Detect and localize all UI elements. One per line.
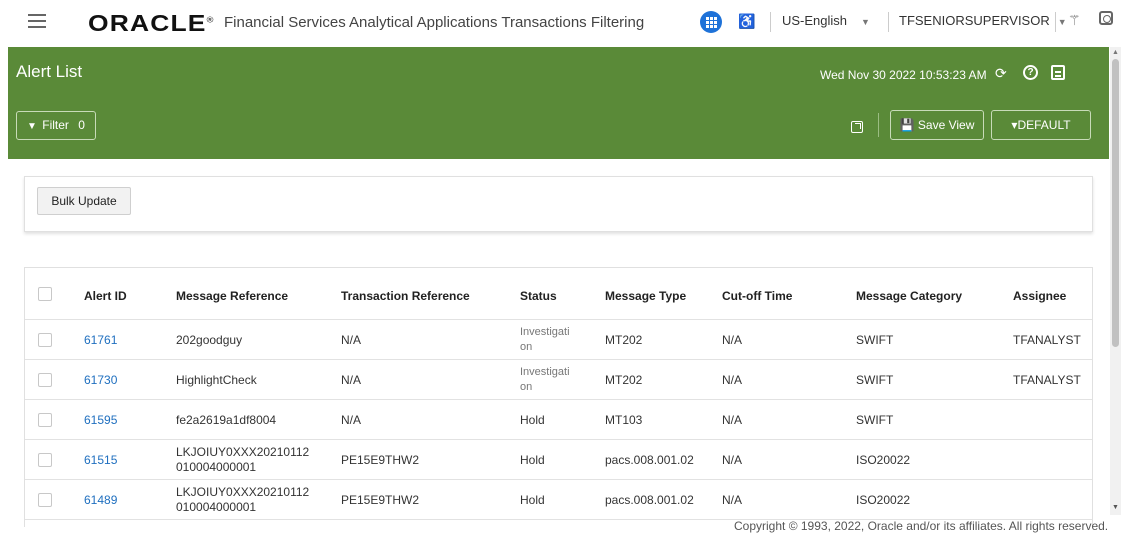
page-scrollbar[interactable]: ▲ ▼ <box>1110 47 1121 515</box>
row-checkbox[interactable] <box>38 453 52 467</box>
scroll-thumb[interactable] <box>1112 59 1119 347</box>
transaction-reference: N/A <box>341 413 362 427</box>
message-reference: LKJOIUY0XXX20210112 010004000001 <box>176 445 310 474</box>
refresh-icon[interactable]: ⟳ <box>995 65 1007 82</box>
bulk-actions-panel: Bulk Update <box>24 176 1093 232</box>
column-header[interactable]: Message Category <box>856 289 962 304</box>
message-category: SWIFT <box>856 373 894 387</box>
row-checkbox[interactable] <box>38 413 52 427</box>
transaction-reference: N/A <box>341 333 362 347</box>
assignee: TFANALYST <box>1013 333 1081 347</box>
assignee: TFANALYST <box>1013 373 1081 387</box>
message-type: MT202 <box>605 373 643 387</box>
chevron-down-icon: ▼ <box>1057 17 1067 27</box>
cutoff-time: N/A <box>722 493 743 507</box>
transaction-reference: PE15E9THW2 <box>341 493 420 507</box>
scroll-up-arrow-icon[interactable]: ▲ <box>1112 49 1119 56</box>
top-header: ORACLE® Financial Services Analytical Ap… <box>0 0 1121 46</box>
table-row[interactable]: 61730 HighlightCheck N/A Investigati on MT20… <box>25 360 1092 400</box>
view-select-button[interactable]: ▾DEFAULT <box>991 110 1091 140</box>
message-category: ISO20022 <box>856 453 911 467</box>
message-category: SWIFT <box>856 413 894 427</box>
header-divider <box>888 12 889 32</box>
column-header[interactable]: Transaction Reference <box>341 289 470 304</box>
message-type: MT202 <box>605 333 643 347</box>
scroll-down-arrow-icon[interactable]: ▼ <box>1112 504 1119 511</box>
transaction-reference: N/A <box>341 373 362 387</box>
language-select[interactable]: US-English ▼ <box>782 13 870 28</box>
cutoff-time: N/A <box>722 413 743 427</box>
column-header[interactable]: Message Reference <box>176 289 288 304</box>
hamburger-menu-icon[interactable] <box>28 14 46 28</box>
cutoff-time: N/A <box>722 373 743 387</box>
message-reference: fe2a2619a1df8004 <box>176 413 277 427</box>
message-reference: HighlightCheck <box>176 373 257 387</box>
divider <box>878 113 879 137</box>
message-type: pacs.008.001.02 <box>605 453 694 467</box>
alert-id-link[interactable]: 61730 <box>84 373 117 388</box>
filter-button[interactable]: ▼ Filter 0 <box>16 111 96 140</box>
transaction-reference: PE15E9THW2 <box>341 453 420 467</box>
header-divider <box>770 12 771 32</box>
message-type: pacs.008.001.02 <box>605 493 694 507</box>
message-type: MT103 <box>605 413 643 427</box>
status-cell: Hold <box>520 453 545 467</box>
alert-id-link[interactable]: 61595 <box>84 413 117 428</box>
row-checkbox[interactable] <box>38 373 52 387</box>
app-title: Financial Services Analytical Applicatio… <box>224 14 645 31</box>
current-datetime: Wed Nov 30 2022 10:53:23 AM <box>820 68 987 82</box>
user-menu[interactable]: TFSENIORSUPERVISOR ▼ <box>899 13 1067 28</box>
alert-id-link[interactable]: 61761 <box>84 333 117 348</box>
column-header[interactable]: Cut-off Time <box>722 289 792 304</box>
column-header[interactable]: Status <box>520 289 557 304</box>
alert-id-link[interactable]: 61515 <box>84 453 117 468</box>
save-icon: 💾 <box>899 118 915 132</box>
status-cell: Hold <box>520 413 545 427</box>
bulk-update-button[interactable]: Bulk Update <box>37 187 131 215</box>
status-cell: Investigati on <box>520 326 570 353</box>
filter-count: 0 <box>78 118 85 132</box>
header-divider <box>1055 12 1056 32</box>
screenshot-icon[interactable] <box>1099 11 1113 25</box>
help-icon[interactable]: ? <box>1023 65 1038 80</box>
cutoff-time: N/A <box>722 453 743 467</box>
message-category: ISO20022 <box>856 493 911 507</box>
alert-table: Alert ID Message Reference Transaction R… <box>24 267 1093 527</box>
row-checkbox[interactable] <box>38 493 52 507</box>
table-row[interactable]: 61595 fe2a2619a1df8004 N/A Hold MT103 N/A SWIF… <box>25 400 1092 440</box>
column-header[interactable]: Alert ID <box>84 289 127 304</box>
oracle-logo: ORACLE® <box>88 10 215 36</box>
funnel-icon: ▼ <box>27 121 37 132</box>
save-view-button[interactable]: 💾 Save View <box>890 110 984 140</box>
message-category: SWIFT <box>856 333 894 347</box>
select-all-checkbox[interactable] <box>38 287 52 301</box>
table-header-row: Alert ID Message Reference Transaction R… <box>25 268 1092 320</box>
accessibility-icon[interactable]: ♿ <box>738 13 755 30</box>
alert-id-link[interactable]: 61489 <box>84 493 117 508</box>
cutoff-time: N/A <box>722 333 743 347</box>
apps-grid-icon[interactable] <box>700 11 722 33</box>
hierarchy-icon[interactable]: ⚚ <box>1068 12 1081 29</box>
status-cell: Hold <box>520 493 545 507</box>
column-header[interactable]: Assignee <box>1013 289 1066 304</box>
table-row[interactable]: 61515 LKJOIUY0XXX20210112 010004000001 PE1… <box>25 440 1092 480</box>
message-reference: LKJOIUY0XXX20210112 010004000001 <box>176 485 310 514</box>
table-row[interactable]: 61489 LKJOIUY0XXX20210112 010004000001 PE1… <box>25 480 1092 520</box>
message-reference: 202goodguy <box>176 333 243 347</box>
table-row[interactable]: 61761 202goodguy N/A Investigati on MT202 N/A… <box>25 320 1092 360</box>
alert-list-header: Alert List Wed Nov 30 2022 10:53:23 AM ⟳… <box>8 47 1109 159</box>
row-checkbox[interactable] <box>38 333 52 347</box>
export-icon[interactable] <box>851 121 863 133</box>
column-header[interactable]: Message Type <box>605 289 686 304</box>
chevron-down-icon: ▼ <box>861 17 870 27</box>
copyright-text: Copyright © 1993, 2022, Oracle and/or it… <box>734 519 1109 533</box>
page-title: Alert List <box>16 62 83 81</box>
calculator-icon[interactable] <box>1051 65 1065 80</box>
status-cell: Investigati on <box>520 366 570 393</box>
